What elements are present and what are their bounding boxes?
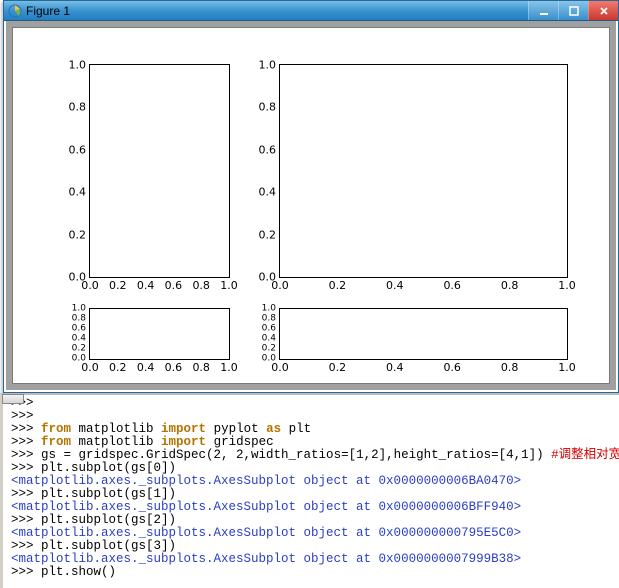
- axes-1[interactable]: 0.0 0.2 0.4 0.6 0.8 1.0 0.0 0.2 0.4 0.6 …: [279, 64, 568, 278]
- keyword-token: import: [161, 422, 206, 436]
- maximize-button[interactable]: [558, 1, 588, 20]
- code-token: matplotlib: [71, 422, 161, 436]
- xtick: 1.0: [220, 362, 238, 373]
- ytick: 0.2: [259, 229, 277, 240]
- xtick: 0.8: [501, 280, 519, 291]
- ytick: 0.8: [262, 315, 276, 324]
- xtick: 0.2: [109, 280, 127, 291]
- xtick: 0.4: [386, 362, 404, 373]
- xtick: 0.4: [386, 280, 404, 291]
- ytick: 0.4: [259, 187, 277, 198]
- code-token: gs = gridspec.GridSpec(2, 2,width_ratios…: [41, 448, 551, 462]
- repl-output: <matplotlib.axes._subplots.AxesSubplot o…: [11, 526, 521, 540]
- xtick: 0.6: [443, 280, 461, 291]
- keyword-token: as: [266, 422, 281, 436]
- xtick: 0.6: [165, 280, 183, 291]
- xtick: 1.0: [558, 280, 576, 291]
- ytick: 0.8: [259, 102, 277, 113]
- scroll-thumb-icon[interactable]: [2, 394, 24, 404]
- axes-3[interactable]: 0.0 0.2 0.4 0.6 0.8 1.0 0.0 0.2 0.4 0.6 …: [279, 308, 568, 360]
- repl-output: <matplotlib.axes._subplots.AxesSubplot o…: [11, 500, 521, 514]
- xtick: 1.0: [558, 362, 576, 373]
- xtick: 1.0: [220, 280, 238, 291]
- xtick: 0.6: [443, 362, 461, 373]
- console-line: >>> plt.show(): [11, 566, 615, 579]
- xtick: 0.6: [165, 362, 183, 373]
- minimize-button[interactable]: [528, 1, 558, 20]
- ytick: 0.2: [262, 345, 276, 354]
- xtick: 0.0: [81, 280, 99, 291]
- ytick: 0.6: [262, 325, 276, 334]
- xtick: 0.0: [81, 362, 99, 373]
- ytick: 1.0: [262, 305, 276, 314]
- figure-body: 0.0 0.2 0.4 0.6 0.8 1.0 0.0 0.2 0.4 0.6 …: [6, 21, 616, 390]
- window-controls: [528, 1, 618, 20]
- xtick: 0.8: [192, 362, 210, 373]
- ytick: 0.4: [69, 187, 87, 198]
- ytick: 1.0: [259, 60, 277, 71]
- axes-2[interactable]: 0.0 0.2 0.4 0.6 0.8 1.0 0.0 0.2 0.4 0.6 …: [89, 308, 230, 360]
- titlebar[interactable]: Figure 1: [4, 1, 618, 21]
- prompt: >>>: [11, 461, 41, 475]
- xtick: 0.4: [137, 362, 155, 373]
- ytick: 0.6: [72, 325, 86, 334]
- axes-0[interactable]: 0.0 0.2 0.4 0.6 0.8 1.0 0.0 0.2 0.4 0.6 …: [89, 64, 230, 278]
- prompt: >>>: [11, 409, 34, 423]
- comment-token: #调整相对宽高: [551, 448, 619, 462]
- xtick: 0.8: [501, 362, 519, 373]
- code-token: gridspec: [206, 435, 274, 449]
- xtick: 0.2: [329, 362, 347, 373]
- ytick: 0.2: [69, 229, 87, 240]
- console-panel: >>>>>>>>> from matplotlib import pyplot …: [0, 393, 619, 588]
- keyword-token: from: [41, 422, 71, 436]
- keyword-token: from: [41, 435, 71, 449]
- ytick: 0.8: [72, 315, 86, 324]
- prompt: >>>: [11, 513, 41, 527]
- xtick: 0.2: [329, 280, 347, 291]
- prompt: >>>: [11, 422, 41, 436]
- prompt: >>>: [11, 448, 41, 462]
- prompt: >>>: [11, 539, 41, 553]
- ytick: 0.4: [72, 335, 86, 344]
- figure-window: Figure 1 0.0 0.2 0.4 0.6 0.8 1.0 0.0: [3, 0, 619, 393]
- xtick: 0.4: [137, 280, 155, 291]
- code-token: matplotlib: [71, 435, 161, 449]
- app-icon: [8, 4, 22, 18]
- repl-output: <matplotlib.axes._subplots.AxesSubplot o…: [11, 474, 521, 488]
- ytick: 0.6: [69, 144, 87, 155]
- xtick: 0.0: [271, 362, 289, 373]
- repl-output: <matplotlib.axes._subplots.AxesSubplot o…: [11, 552, 521, 566]
- prompt: >>>: [11, 565, 41, 579]
- ytick: 0.6: [259, 144, 277, 155]
- ytick: 1.0: [72, 305, 86, 314]
- xtick: 0.0: [271, 280, 289, 291]
- window-title: Figure 1: [26, 4, 70, 18]
- python-console[interactable]: >>>>>>>>> from matplotlib import pyplot …: [3, 395, 619, 579]
- prompt: >>>: [11, 435, 41, 449]
- code-token: plt: [281, 422, 311, 436]
- code-token: pyplot: [206, 422, 266, 436]
- code-token: plt.subplot(gs[3]): [41, 539, 176, 553]
- ytick: 1.0: [69, 60, 87, 71]
- ytick: 0.2: [72, 345, 86, 354]
- ytick: 0.4: [262, 335, 276, 344]
- prompt: >>>: [11, 487, 41, 501]
- code-token: plt.subplot(gs[1]): [41, 487, 176, 501]
- code-token: plt.show(): [41, 565, 116, 579]
- code-token: plt.subplot(gs[2]): [41, 513, 176, 527]
- keyword-token: import: [161, 435, 206, 449]
- xtick: 0.2: [109, 362, 127, 373]
- xtick: 0.8: [192, 280, 210, 291]
- ytick: 0.8: [69, 102, 87, 113]
- code-token: plt.subplot(gs[0]): [41, 461, 176, 475]
- console-line: >>>: [11, 397, 615, 410]
- close-button[interactable]: [588, 1, 618, 20]
- figure-canvas[interactable]: 0.0 0.2 0.4 0.6 0.8 1.0 0.0 0.2 0.4 0.6 …: [12, 27, 610, 384]
